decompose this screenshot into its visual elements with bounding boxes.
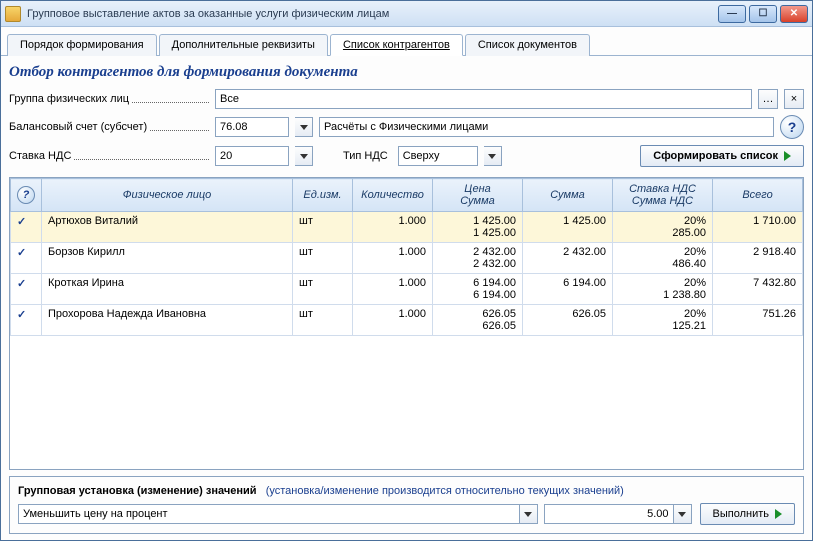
unit-cell[interactable]: шт: [293, 274, 353, 305]
vat-rate-dropdown[interactable]: [295, 146, 313, 166]
qty-cell[interactable]: 1.000: [353, 305, 433, 336]
help-button-account[interactable]: ?: [780, 115, 804, 139]
tab-additional[interactable]: Дополнительные реквизиты: [159, 34, 328, 56]
table-row[interactable]: ✓Кроткая Иринашт1.0006 194.006 194.006 1…: [11, 274, 803, 305]
tab-order[interactable]: Порядок формирования: [7, 34, 157, 56]
unit-cell[interactable]: шт: [293, 305, 353, 336]
check-icon: ✓: [17, 309, 26, 321]
total-cell[interactable]: 2 918.40: [713, 243, 803, 274]
vat-rate-label: Ставка НДС: [9, 150, 209, 162]
panel: Отбор контрагентов для формирования доку…: [1, 56, 812, 540]
app-icon: [5, 6, 21, 22]
tab-documents[interactable]: Список документов: [465, 34, 590, 56]
table-row[interactable]: ✓Прохорова Надежда Ивановнашт1.000626.05…: [11, 305, 803, 336]
build-list-button[interactable]: Сформировать список: [640, 145, 804, 167]
vat-type-input[interactable]: Сверху: [398, 146, 478, 166]
vat-cell[interactable]: 20%285.00: [613, 212, 713, 243]
value-input[interactable]: 5.00: [544, 504, 674, 524]
counterparty-table[interactable]: ? Физическое лицо Ед.изм. Количество Цен…: [9, 177, 804, 470]
qty-cell[interactable]: 1.000: [353, 274, 433, 305]
check-cell[interactable]: ✓: [11, 212, 42, 243]
col-vat[interactable]: Ставка НДССумма НДС: [613, 179, 713, 212]
col-help[interactable]: ?: [11, 179, 42, 212]
vat-cell[interactable]: 20%486.40: [613, 243, 713, 274]
window: Групповое выставление актов за оказанные…: [0, 0, 813, 541]
group-clear-button[interactable]: ×: [784, 89, 804, 109]
check-cell[interactable]: ✓: [11, 305, 42, 336]
check-cell[interactable]: ✓: [11, 243, 42, 274]
price-cell[interactable]: 626.05626.05: [433, 305, 523, 336]
row-group: Группа физических лиц Все … ×: [9, 89, 804, 109]
play-icon: [784, 151, 791, 161]
name-cell[interactable]: Прохорова Надежда Ивановна: [42, 305, 293, 336]
col-qty[interactable]: Количество: [353, 179, 433, 212]
mode-dropdown[interactable]: [520, 504, 538, 524]
window-title: Групповое выставление актов за оказанные…: [27, 8, 718, 20]
mode-input[interactable]: Уменьшить цену на процент: [18, 504, 520, 524]
table-row[interactable]: ✓Артюхов Виталийшт1.0001 425.001 425.001…: [11, 212, 803, 243]
col-sum[interactable]: Сумма: [523, 179, 613, 212]
name-cell[interactable]: Кроткая Ирина: [42, 274, 293, 305]
minimize-button[interactable]: —: [718, 5, 746, 23]
account-label: Балансовый счет (субсчет): [9, 121, 209, 133]
window-buttons: — ☐ ✕: [718, 5, 808, 23]
group-select-button[interactable]: …: [758, 89, 778, 109]
vat-cell[interactable]: 20%1 238.80: [613, 274, 713, 305]
close-button[interactable]: ✕: [780, 5, 808, 23]
price-cell[interactable]: 1 425.001 425.00: [433, 212, 523, 243]
vat-cell[interactable]: 20%125.21: [613, 305, 713, 336]
col-unit[interactable]: Ед.изм.: [293, 179, 353, 212]
sum-cell[interactable]: 6 194.00: [523, 274, 613, 305]
row-account: Балансовый счет (субсчет) 76.08 Расчёты …: [9, 115, 804, 139]
qty-cell[interactable]: 1.000: [353, 243, 433, 274]
sum-cell[interactable]: 2 432.00: [523, 243, 613, 274]
total-cell[interactable]: 7 432.80: [713, 274, 803, 305]
vat-rate-input[interactable]: 20: [215, 146, 289, 166]
group-label: Группа физических лиц: [9, 93, 209, 105]
play-icon: [775, 509, 782, 519]
check-icon: ✓: [17, 247, 26, 259]
name-cell[interactable]: Артюхов Виталий: [42, 212, 293, 243]
group-edit-panel: Групповая установка (изменение) значений…: [9, 476, 804, 534]
value-dropdown[interactable]: [674, 504, 692, 524]
group-edit-title: Групповая установка (изменение) значений…: [18, 485, 795, 497]
unit-cell[interactable]: шт: [293, 243, 353, 274]
price-cell[interactable]: 2 432.002 432.00: [433, 243, 523, 274]
name-cell[interactable]: Борзов Кирилл: [42, 243, 293, 274]
check-cell[interactable]: ✓: [11, 274, 42, 305]
execute-button[interactable]: Выполнить: [700, 503, 795, 525]
group-input[interactable]: Все: [215, 89, 752, 109]
col-price[interactable]: ЦенаСумма: [433, 179, 523, 212]
check-icon: ✓: [17, 216, 26, 228]
tabstrip: Порядок формирования Дополнительные рекв…: [1, 27, 812, 56]
price-cell[interactable]: 6 194.006 194.00: [433, 274, 523, 305]
col-total[interactable]: Всего: [713, 179, 803, 212]
help-icon[interactable]: ?: [17, 186, 35, 204]
account-desc: Расчёты с Физическими лицами: [319, 117, 774, 137]
tab-counterparties[interactable]: Список контрагентов: [330, 34, 463, 56]
titlebar: Групповое выставление актов за оказанные…: [1, 1, 812, 27]
qty-cell[interactable]: 1.000: [353, 212, 433, 243]
unit-cell[interactable]: шт: [293, 212, 353, 243]
total-cell[interactable]: 751.26: [713, 305, 803, 336]
vat-type-label: Тип НДС: [343, 150, 388, 162]
sum-cell[interactable]: 1 425.00: [523, 212, 613, 243]
row-vat: Ставка НДС 20 Тип НДС Сверху Сформироват…: [9, 145, 804, 167]
col-name[interactable]: Физическое лицо: [42, 179, 293, 212]
total-cell[interactable]: 1 710.00: [713, 212, 803, 243]
account-input[interactable]: 76.08: [215, 117, 289, 137]
maximize-button[interactable]: ☐: [749, 5, 777, 23]
sum-cell[interactable]: 626.05: [523, 305, 613, 336]
table-row[interactable]: ✓Борзов Кириллшт1.0002 432.002 432.002 4…: [11, 243, 803, 274]
section-title: Отбор контрагентов для формирования доку…: [9, 64, 804, 81]
check-icon: ✓: [17, 278, 26, 290]
account-dropdown[interactable]: [295, 117, 313, 137]
table-header-row: ? Физическое лицо Ед.изм. Количество Цен…: [11, 179, 803, 212]
vat-type-dropdown[interactable]: [484, 146, 502, 166]
